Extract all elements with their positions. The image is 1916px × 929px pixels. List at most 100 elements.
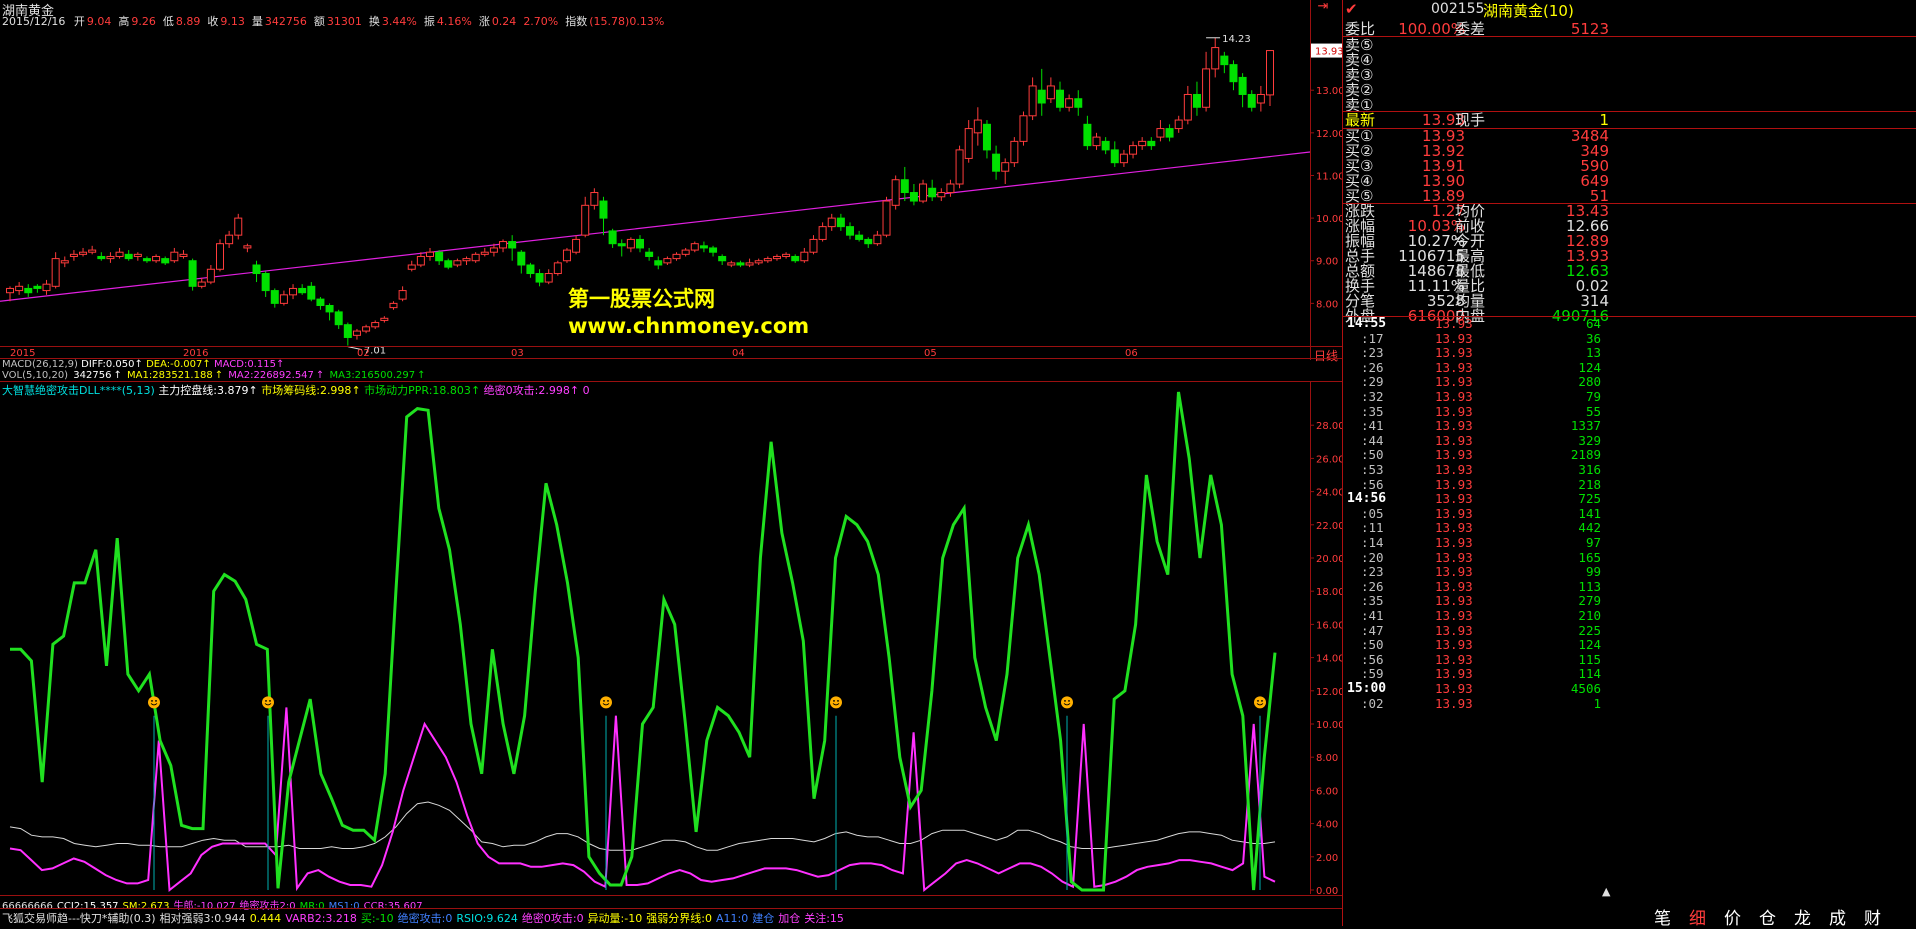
divider [0, 895, 1342, 896]
candle [782, 252, 791, 259]
quote-divider [1343, 128, 1916, 129]
candle [1238, 73, 1247, 108]
candle [197, 277, 206, 289]
indicator-axis-label: 14.00 [1316, 654, 1342, 665]
status-item: 买:-10 [360, 912, 394, 925]
candle [51, 252, 60, 289]
check-icon[interactable]: ✔ [1345, 0, 1358, 18]
status-item: 绝密攻击:0 [397, 912, 453, 925]
candle [882, 196, 891, 238]
candle [225, 230, 234, 248]
status-item: 相对强弱3:0.944 [159, 912, 246, 925]
candle [946, 179, 955, 197]
tab-3[interactable]: 仓 [1750, 904, 1785, 929]
scroll-up-icon[interactable]: ▲ [1602, 885, 1610, 898]
tab-4[interactable]: 龙 [1785, 904, 1820, 929]
vol-ma2: MA2:226892.547 [228, 370, 314, 381]
candle [654, 256, 663, 270]
candle [216, 239, 224, 272]
candle [645, 247, 654, 261]
price-axis-label: 9.00 [1316, 257, 1338, 268]
panel-divider [1342, 0, 1343, 926]
status-item: 关注:15 [804, 912, 844, 925]
candle [855, 230, 864, 242]
price-axis-label: 10.00 [1316, 214, 1342, 225]
candle [544, 269, 553, 285]
macd-name: MACD(26,12,9) [2, 359, 78, 370]
candle [873, 230, 882, 246]
candle [1110, 141, 1119, 167]
candle [891, 175, 900, 210]
price-axis-label: 11.00 [1316, 171, 1342, 182]
smiley-icon [600, 696, 612, 709]
candle [124, 250, 133, 261]
indicator-white-line [9, 801, 1276, 851]
indicator-name[interactable]: 大智慧绝密攻击DLL****(5,13) [2, 384, 155, 397]
tab-0[interactable]: 笔 [1645, 904, 1680, 929]
smiley-icon [1061, 696, 1073, 709]
tick-volume: 1 [1593, 695, 1601, 711]
indicator-axis-label: 26.00 [1316, 454, 1342, 465]
status-item: 加仓 [778, 912, 801, 925]
watermark-title: 第一股票公式网 [568, 287, 715, 311]
candle [1211, 37, 1220, 78]
candle [380, 316, 389, 323]
candle [307, 282, 316, 302]
tab-6[interactable]: 财 [1855, 904, 1890, 929]
status-item: RSIO:9.624 [456, 912, 518, 925]
indicator-extra: 0 [582, 384, 590, 397]
candle [462, 256, 471, 265]
tab-1[interactable]: 细 [1680, 904, 1715, 929]
candle [407, 260, 416, 272]
candle [398, 286, 407, 302]
candle [97, 252, 106, 261]
status-item: 强弱分界线:0 [646, 912, 712, 925]
candle [426, 247, 434, 261]
candle [88, 245, 97, 255]
tick-row: :02 13.93 1 [1343, 695, 1613, 713]
stock-name: 湖南黄金(10) [1483, 2, 1574, 20]
candle [1010, 137, 1019, 167]
candle [955, 145, 964, 189]
tick-price: 13.93 [1435, 695, 1473, 711]
candle [608, 228, 617, 248]
smiley-icon [1254, 696, 1266, 709]
vol-ma3: MA3:216500.297 [329, 370, 416, 381]
price-chart[interactable]: 13.0012.0011.0010.009.008.0013.9314.237.… [0, 0, 1342, 926]
candle [188, 258, 197, 291]
candle [626, 237, 635, 253]
tab-5[interactable]: 成 [1820, 904, 1855, 929]
candle [79, 247, 88, 257]
candle [709, 245, 718, 257]
candle [206, 265, 215, 285]
candle [617, 239, 626, 257]
candle [791, 254, 800, 263]
candle [133, 252, 142, 261]
period-label[interactable]: 日线 [1314, 347, 1338, 364]
smiley-icon [830, 696, 842, 709]
candle [526, 262, 535, 278]
status-item: 绝密0攻击:0 [521, 912, 584, 925]
candle [69, 250, 78, 261]
indicator-axis-label: 12.00 [1316, 687, 1342, 698]
indicator-green-line [10, 391, 1277, 892]
candle [636, 235, 644, 253]
indicator-axis-label: 22.00 [1316, 521, 1342, 532]
candle [161, 256, 170, 265]
candle [909, 184, 918, 206]
price-axis-label: 8.00 [1316, 299, 1338, 310]
divider [0, 381, 1342, 382]
candle [572, 235, 581, 255]
candle [982, 120, 991, 159]
divider [0, 908, 1342, 909]
smiley-icon [262, 696, 274, 709]
candle [298, 284, 307, 295]
candle [444, 258, 453, 270]
candle [973, 107, 982, 146]
candle [1028, 77, 1037, 121]
candle [453, 258, 462, 268]
candle [827, 213, 836, 231]
tab-2[interactable]: 价 [1715, 904, 1750, 929]
price-axis-label: 12.00 [1316, 129, 1342, 140]
tick-time: :02 [1361, 695, 1384, 711]
